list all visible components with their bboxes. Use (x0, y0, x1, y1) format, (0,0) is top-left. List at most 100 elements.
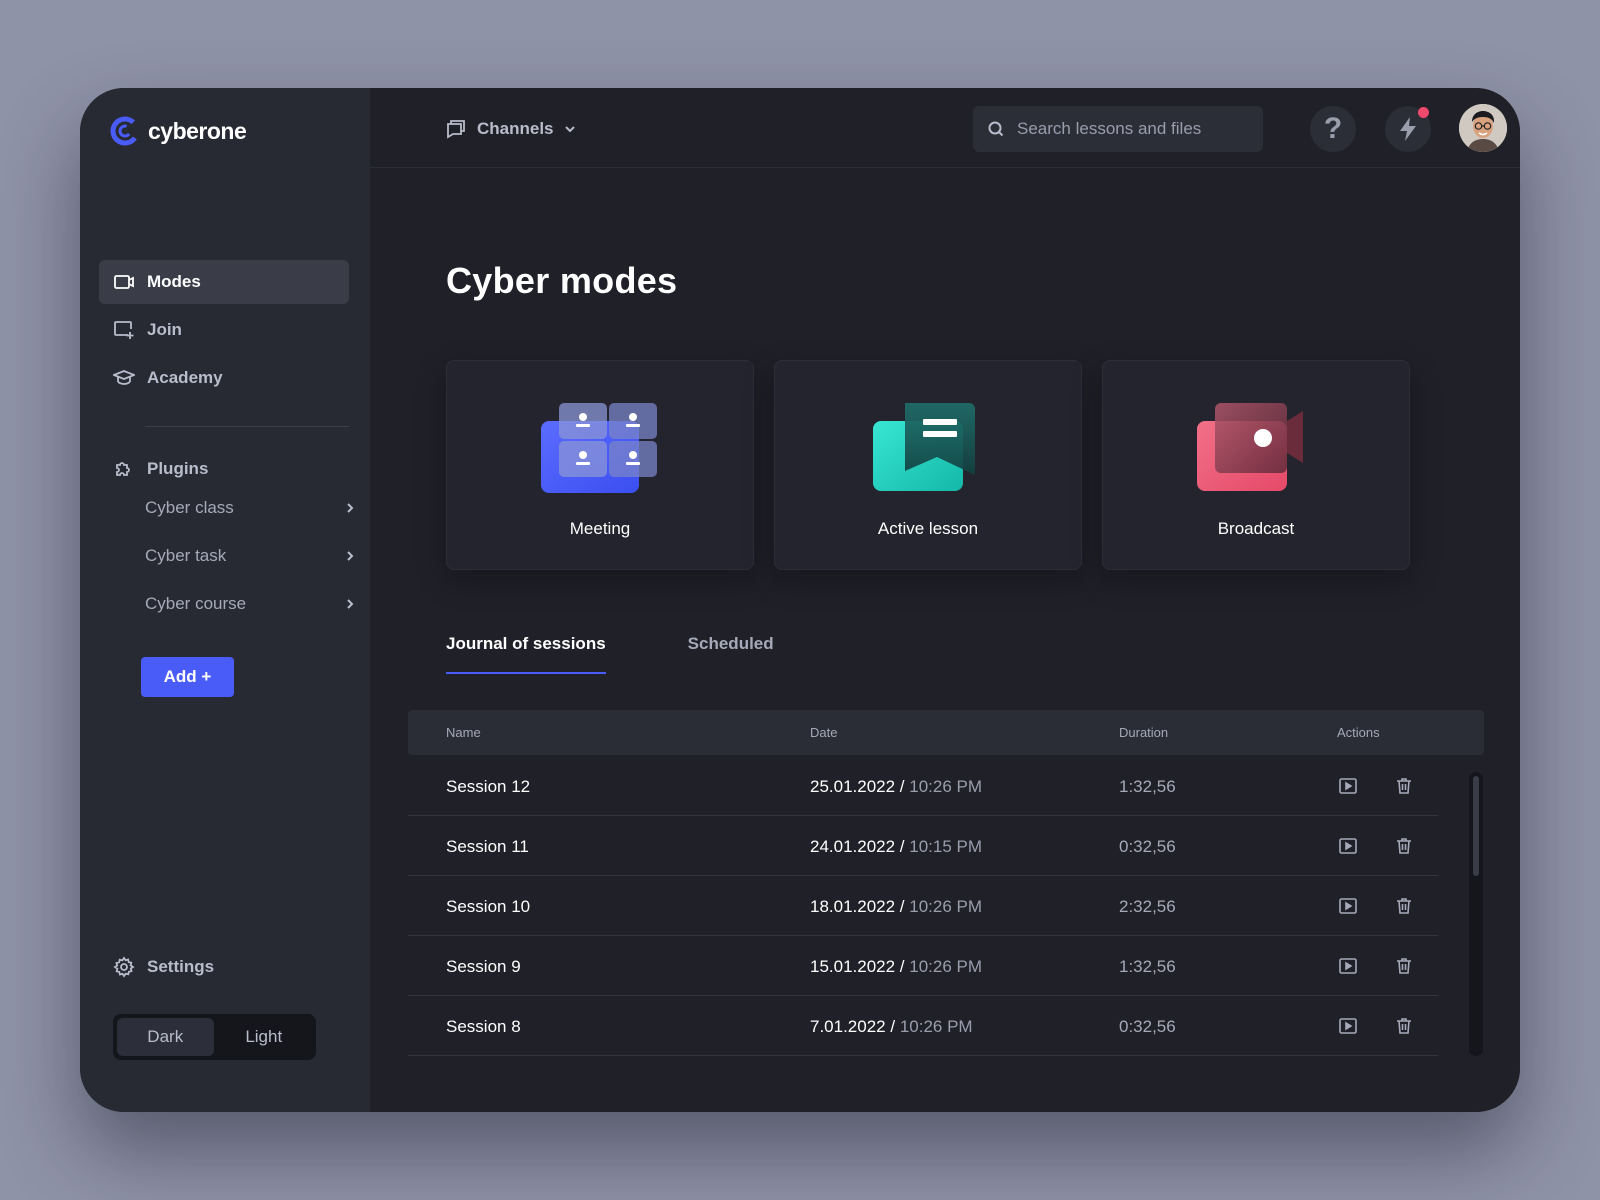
session-date: 24.01.2022 / 10:15 PM (810, 837, 982, 857)
nav-item-academy[interactable]: Academy (99, 356, 349, 400)
settings-label: Settings (147, 957, 215, 976)
session-date: 15.01.2022 / 10:26 PM (810, 957, 982, 977)
table-row[interactable]: Session 10 18.01.2022 / 10:26 PM 2:32,56 (408, 876, 1438, 936)
trash-icon[interactable] (1394, 776, 1414, 796)
nav-label: Modes (147, 272, 201, 291)
logo[interactable]: cyberone (110, 116, 247, 146)
mode-card-meeting[interactable]: Meeting (446, 360, 754, 570)
column-header-date: Date (810, 725, 838, 740)
theme-toggle: Dark Light (113, 1014, 316, 1060)
plugins-label: Plugins (147, 459, 209, 478)
table-row[interactable]: Session 9 15.01.2022 / 10:26 PM 1:32,56 (408, 936, 1438, 996)
theme-light-option[interactable]: Light (216, 1018, 313, 1056)
search-input[interactable] (1017, 119, 1237, 139)
lightning-icon (1400, 117, 1416, 141)
session-duration: 0:32,56 (1119, 1017, 1176, 1036)
tab-scheduled[interactable]: Scheduled (688, 634, 774, 674)
add-plugin-button[interactable]: Add + (141, 657, 234, 697)
nav-label: Academy (147, 368, 223, 387)
scrollbar-thumb[interactable] (1473, 776, 1479, 876)
session-tabs: Journal of sessions Scheduled (446, 634, 774, 674)
play-icon[interactable] (1338, 836, 1358, 856)
play-icon[interactable] (1338, 896, 1358, 916)
chevron-right-icon (347, 551, 354, 561)
column-header-duration: Duration (1119, 725, 1169, 740)
tab-journal-of-sessions[interactable]: Journal of sessions (446, 634, 606, 674)
session-date-value: 18.01.2022 / (810, 897, 905, 916)
puzzle-icon (116, 462, 130, 476)
settings-link[interactable]: Settings (113, 956, 214, 978)
trash-icon[interactable] (1394, 836, 1414, 856)
sidebar: cyberone Modes Join Academy Plugins Cybe… (80, 88, 370, 1112)
cyberone-logo-icon (110, 116, 140, 146)
trash-icon[interactable] (1394, 896, 1414, 916)
gear-icon (113, 956, 135, 978)
session-date: 25.01.2022 / 10:26 PM (810, 777, 982, 797)
session-date-value: 25.01.2022 / (810, 777, 905, 796)
table-row[interactable]: Session 8 7.01.2022 / 10:26 PM 0:32,56 (408, 996, 1438, 1056)
session-name: Session 12 (446, 777, 531, 796)
play-icon[interactable] (1338, 776, 1358, 796)
app-window: cyberone Modes Join Academy Plugins Cybe… (80, 88, 1520, 1112)
session-name: Session 11 (446, 837, 529, 856)
session-date-value: 15.01.2022 / (810, 957, 905, 976)
chevron-right-icon (347, 503, 354, 513)
main-nav: Modes Join Academy (99, 260, 349, 404)
plugin-item-cyber-task[interactable]: Cyber task (145, 532, 357, 580)
trash-icon[interactable] (1394, 1016, 1414, 1036)
trash-icon[interactable] (1394, 956, 1414, 976)
mode-cards: Meeting Active lesson Broadcast (446, 360, 1410, 570)
user-avatar[interactable] (1459, 104, 1507, 152)
mode-label: Active lesson (877, 519, 979, 538)
play-icon[interactable] (1338, 956, 1358, 976)
notifications-button[interactable] (1385, 106, 1431, 152)
session-time: 10:26 PM (909, 957, 983, 976)
meeting-grid-icon (541, 403, 657, 493)
nav-item-modes[interactable]: Modes (99, 260, 349, 304)
table-row[interactable]: Session 12 25.01.2022 / 10:26 PM 1:32,56 (408, 756, 1438, 816)
session-time: 10:26 PM (909, 897, 983, 916)
brand-name: cyberone (148, 117, 247, 144)
session-duration: 0:32,56 (1119, 837, 1176, 856)
theme-dark-option[interactable]: Dark (117, 1018, 214, 1056)
session-duration: 1:32,56 (1119, 777, 1176, 796)
plugin-item-cyber-class[interactable]: Cyber class (145, 484, 357, 532)
search-icon (988, 121, 1004, 137)
session-duration: 2:32,56 (1119, 897, 1176, 916)
session-time: 10:15 PM (909, 837, 983, 856)
plugin-list: Cyber class Cyber task Cyber course (145, 484, 357, 628)
nav-item-join[interactable]: Join (99, 308, 349, 352)
session-date: 18.01.2022 / 10:26 PM (810, 897, 982, 917)
sessions-table-body: Session 12 25.01.2022 / 10:26 PM 1:32,56 Se… (408, 756, 1438, 1056)
session-name: Session 10 (446, 897, 531, 916)
graduation-cap-icon (113, 370, 135, 385)
session-date-value: 7.01.2022 / (810, 1017, 896, 1036)
chat-icon (447, 120, 465, 139)
channels-dropdown[interactable]: Channels (445, 118, 576, 140)
help-button[interactable]: ? (1310, 106, 1356, 152)
column-header-name: Name (446, 725, 481, 740)
camera-icon (1197, 403, 1303, 491)
join-screen-icon (114, 321, 134, 339)
chat-bubble-icon (873, 403, 975, 491)
notification-dot (1418, 107, 1429, 118)
plugin-item-cyber-course[interactable]: Cyber course (145, 580, 357, 628)
table-scrollbar[interactable] (1469, 772, 1483, 1056)
search-box (973, 106, 1263, 152)
main-content: Channels ? (370, 88, 1520, 1112)
plugins-heading[interactable]: Plugins (113, 458, 208, 480)
play-icon[interactable] (1338, 1016, 1358, 1036)
session-name: Session 8 (446, 1017, 521, 1036)
plugin-label: Cyber class (145, 498, 234, 517)
sidebar-divider (145, 426, 349, 427)
table-row[interactable]: Session 11 24.01.2022 / 10:15 PM 0:32,56 (408, 816, 1438, 876)
channels-label: Channels (477, 119, 554, 138)
avatar-image (1459, 104, 1507, 152)
mode-card-broadcast[interactable]: Broadcast (1102, 360, 1410, 570)
video-icon (114, 275, 134, 289)
mode-label: Broadcast (1217, 519, 1295, 538)
plugin-label: Cyber course (145, 594, 247, 613)
column-header-actions: Actions (1337, 725, 1380, 740)
mode-card-active-lesson[interactable]: Active lesson (774, 360, 1082, 570)
session-date-value: 24.01.2022 / (810, 837, 905, 856)
